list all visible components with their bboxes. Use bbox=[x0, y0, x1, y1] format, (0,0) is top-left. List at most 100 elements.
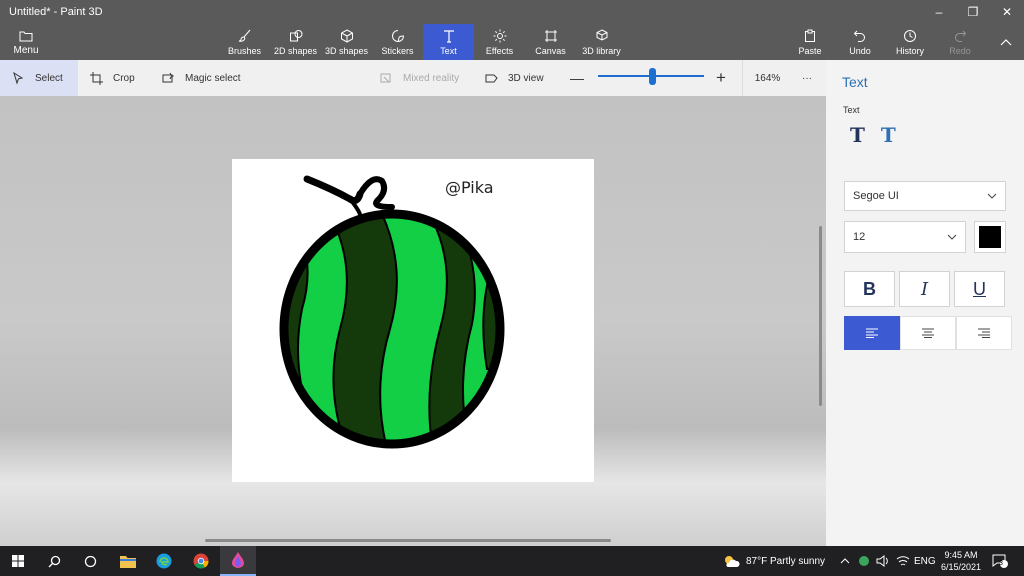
panel-title: Text bbox=[842, 74, 868, 90]
magic-select-button[interactable]: Magic select bbox=[162, 60, 241, 96]
color-swatch bbox=[979, 226, 1001, 248]
zoom-slider-thumb[interactable] bbox=[649, 68, 656, 85]
action-label: Paste bbox=[798, 46, 822, 56]
clock-date: 6/15/2021 bbox=[940, 562, 982, 572]
taskbar-edge[interactable] bbox=[146, 546, 182, 576]
mixed-reality-label: Mixed reality bbox=[403, 72, 460, 84]
taskbar-paint3d[interactable] bbox=[220, 546, 256, 576]
volume-icon[interactable] bbox=[876, 546, 890, 576]
3d-view-button[interactable]: 3D view bbox=[485, 60, 544, 96]
minimize-button[interactable]: – bbox=[922, 0, 956, 24]
menu-label: Menu bbox=[13, 45, 39, 56]
plus-icon: + bbox=[716, 68, 726, 87]
sun-icon bbox=[493, 29, 506, 43]
taskbar-file-explorer[interactable] bbox=[110, 546, 146, 576]
font-family-select[interactable]: Segoe UI bbox=[844, 181, 1006, 211]
chevron-up-icon[interactable] bbox=[840, 546, 850, 576]
3d-text-icon[interactable]: T bbox=[881, 123, 896, 147]
vertical-scrollbar[interactable] bbox=[819, 226, 822, 406]
tool-label: 3D library bbox=[582, 46, 621, 56]
collapse-ribbon-button[interactable] bbox=[994, 32, 1018, 52]
task-view-button[interactable] bbox=[72, 546, 108, 576]
more-icon: ··· bbox=[802, 72, 812, 84]
history-button[interactable]: History bbox=[885, 24, 935, 60]
tool-canvas[interactable]: Canvas bbox=[525, 24, 576, 60]
canvas-text[interactable]: @Pika bbox=[445, 178, 494, 197]
mixed-reality-button[interactable]: Mixed reality bbox=[380, 60, 459, 96]
notifications-button[interactable]: 3 bbox=[992, 546, 1008, 576]
wifi-icon[interactable] bbox=[896, 546, 910, 576]
action-label: Undo bbox=[849, 46, 871, 56]
crop-button[interactable]: Crop bbox=[90, 60, 135, 96]
alignment-buttons bbox=[844, 316, 1012, 350]
tool-effects[interactable]: Effects bbox=[474, 24, 525, 60]
taskbar: 87°F Partly sunny ENG 9:45 AM 6/15/2021 … bbox=[0, 546, 1024, 576]
canvas-icon bbox=[544, 30, 557, 42]
folder-icon bbox=[120, 555, 136, 568]
windows-icon bbox=[12, 555, 24, 567]
chrome-icon bbox=[193, 553, 209, 569]
drawing-canvas[interactable]: @Pika bbox=[232, 159, 594, 482]
weather-text: 87°F Partly sunny bbox=[746, 555, 826, 567]
tool-label: 3D shapes bbox=[324, 46, 369, 56]
align-left-button[interactable] bbox=[844, 316, 900, 350]
search-icon bbox=[48, 555, 60, 567]
edge-icon bbox=[156, 553, 172, 569]
zoom-out-button[interactable]: — bbox=[570, 60, 584, 96]
sticker-icon bbox=[391, 30, 404, 42]
select-button[interactable]: Select bbox=[0, 60, 78, 96]
text-type-toggles: T T bbox=[850, 123, 896, 147]
language-indicator[interactable]: ENG bbox=[914, 546, 936, 576]
paste-button[interactable]: Paste bbox=[785, 24, 835, 60]
font-size-select[interactable]: 12 bbox=[844, 221, 966, 253]
cortana-icon bbox=[84, 555, 96, 567]
chevron-down-icon bbox=[947, 234, 957, 240]
cursor-icon bbox=[13, 71, 24, 85]
tool-brushes[interactable]: Brushes bbox=[219, 24, 270, 60]
align-center-button[interactable] bbox=[900, 316, 956, 350]
font-family-value: Segoe UI bbox=[853, 190, 899, 202]
start-button[interactable] bbox=[0, 546, 36, 576]
security-icon[interactable] bbox=[858, 546, 870, 576]
ribbon: Untitled* - Paint 3D – ❐ ✕ Menu Brushes … bbox=[0, 0, 1024, 60]
align-right-button[interactable] bbox=[956, 316, 1012, 350]
text-style-buttons: B I U bbox=[844, 271, 1005, 307]
tool-2d-shapes[interactable]: 2D shapes bbox=[270, 24, 321, 60]
text-color-picker[interactable] bbox=[974, 221, 1006, 253]
redo-button[interactable]: Redo bbox=[935, 24, 985, 60]
close-button[interactable]: ✕ bbox=[990, 0, 1024, 24]
notification-count: 3 bbox=[999, 560, 1003, 567]
tool-stickers[interactable]: Stickers bbox=[372, 24, 423, 60]
horizontal-scrollbar[interactable] bbox=[205, 539, 611, 542]
crop-label: Crop bbox=[113, 72, 135, 84]
italic-button[interactable]: I bbox=[899, 271, 950, 307]
paint3d-icon bbox=[232, 552, 244, 568]
library-icon bbox=[596, 29, 607, 41]
tool-label: Stickers bbox=[381, 46, 414, 56]
mixed-reality-icon bbox=[380, 73, 391, 82]
action-label: Redo bbox=[949, 46, 971, 56]
underline-button[interactable]: U bbox=[954, 271, 1005, 307]
tool-label: Brushes bbox=[227, 46, 262, 56]
clock-time: 9:45 AM bbox=[944, 550, 978, 560]
zoom-level[interactable]: 164% bbox=[742, 60, 792, 96]
chevron-up-icon bbox=[1000, 39, 1012, 46]
2d-text-icon[interactable]: T bbox=[850, 123, 865, 147]
undo-button[interactable]: Undo bbox=[835, 24, 885, 60]
main-tools: Brushes 2D shapes 3D shapes Stickers Tex… bbox=[219, 24, 627, 60]
tool-3d-shapes[interactable]: 3D shapes bbox=[321, 24, 372, 60]
more-options-button[interactable]: ··· bbox=[802, 60, 812, 96]
tool-text[interactable]: Text bbox=[423, 24, 474, 60]
restore-button[interactable]: ❐ bbox=[956, 0, 990, 24]
cube-icon bbox=[340, 29, 353, 43]
folder-icon bbox=[19, 31, 33, 42]
magic-select-label: Magic select bbox=[185, 72, 241, 84]
weather-widget[interactable]: 87°F Partly sunny bbox=[722, 546, 825, 576]
menu-button[interactable]: Menu bbox=[6, 28, 46, 58]
search-button[interactable] bbox=[36, 546, 72, 576]
system-clock[interactable]: 9:45 AM 6/15/2021 bbox=[938, 549, 984, 573]
tool-3d-library[interactable]: 3D library bbox=[576, 24, 627, 60]
taskbar-chrome[interactable] bbox=[183, 546, 219, 576]
zoom-in-button[interactable]: + bbox=[716, 60, 726, 96]
bold-button[interactable]: B bbox=[844, 271, 895, 307]
